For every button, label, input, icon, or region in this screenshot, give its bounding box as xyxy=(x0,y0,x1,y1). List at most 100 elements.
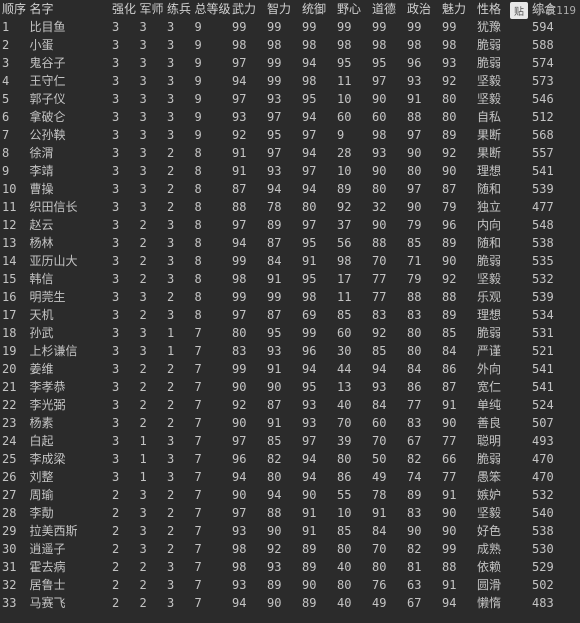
cell-zong: 546 xyxy=(530,90,580,108)
cell-ye: 60 xyxy=(335,108,370,126)
cell-idx: 22 xyxy=(0,396,28,414)
cell-a: 3 xyxy=(110,54,138,72)
cell-c: 3 xyxy=(165,252,193,270)
cell-a: 3 xyxy=(110,36,138,54)
cell-zhi: 91 xyxy=(265,270,300,288)
cell-idx: 5 xyxy=(0,90,28,108)
cell-b: 3 xyxy=(138,324,166,342)
table-row: 33马赛飞223794908940496794懒惰483 xyxy=(0,594,580,612)
cell-b: 3 xyxy=(138,126,166,144)
cell-zong: 535 xyxy=(530,252,580,270)
cell-a: 2 xyxy=(110,594,138,612)
table-row: 31霍去病223798938940808188依赖529 xyxy=(0,558,580,576)
cell-idx: 18 xyxy=(0,324,28,342)
cell-c: 3 xyxy=(165,90,193,108)
cell-idx: 33 xyxy=(0,594,28,612)
cell-zhi: 93 xyxy=(265,90,300,108)
cell-name: 逍遥子 xyxy=(28,540,111,558)
col-header: 统御 xyxy=(300,0,335,18)
cell-ye: 60 xyxy=(335,324,370,342)
cell-xing: 懒惰 xyxy=(475,594,530,612)
cell-dao: 77 xyxy=(370,270,405,288)
cell-xing: 聪明 xyxy=(475,432,530,450)
cell-idx: 32 xyxy=(0,576,28,594)
cell-dao: 49 xyxy=(370,594,405,612)
cell-a: 3 xyxy=(110,18,138,36)
cell-zong: 483 xyxy=(530,594,580,612)
cell-zong: 532 xyxy=(530,486,580,504)
cell-zhi: 94 xyxy=(265,486,300,504)
col-header: 强化 xyxy=(110,0,138,18)
cell-lv: 7 xyxy=(193,558,231,576)
cell-idx: 24 xyxy=(0,432,28,450)
cell-tong: 97 xyxy=(300,216,335,234)
cell-zong: 574 xyxy=(530,54,580,72)
stats-table: 顺序名字强化军师练兵总等级武力智力统御野心道德政治魅力性格综合 1比目鱼3339… xyxy=(0,0,580,612)
cell-dao: 91 xyxy=(370,504,405,522)
cell-tong: 94 xyxy=(300,360,335,378)
col-header: 魅力 xyxy=(440,0,475,18)
cell-mei: 80 xyxy=(440,108,475,126)
cell-lv: 7 xyxy=(193,378,231,396)
cell-idx: 25 xyxy=(0,450,28,468)
cell-mei: 91 xyxy=(440,486,475,504)
badge-label: 贴 xyxy=(510,2,528,19)
cell-lv: 7 xyxy=(193,468,231,486)
cell-lv: 8 xyxy=(193,234,231,252)
cell-mei: 66 xyxy=(440,450,475,468)
cell-zhi: 90 xyxy=(265,378,300,396)
cell-ye: 85 xyxy=(335,522,370,540)
cell-lv: 9 xyxy=(193,36,231,54)
cell-name: 小蛋 xyxy=(28,36,111,54)
cell-tong: 93 xyxy=(300,396,335,414)
col-header: 练兵 xyxy=(165,0,193,18)
cell-xing: 随和 xyxy=(475,180,530,198)
cell-zong: 502 xyxy=(530,576,580,594)
cell-zhi: 90 xyxy=(265,522,300,540)
cell-mei: 89 xyxy=(440,306,475,324)
cell-ye: 70 xyxy=(335,414,370,432)
cell-name: 李成梁 xyxy=(28,450,111,468)
cell-c: 3 xyxy=(165,576,193,594)
cell-zhi: 87 xyxy=(265,396,300,414)
cell-zhi: 91 xyxy=(265,360,300,378)
cell-tong: 95 xyxy=(300,234,335,252)
cell-name: 霍去病 xyxy=(28,558,111,576)
cell-dao: 90 xyxy=(370,216,405,234)
cell-zheng: 97 xyxy=(405,180,440,198)
cell-c: 3 xyxy=(165,54,193,72)
cell-wu: 97 xyxy=(230,504,265,522)
cell-wu: 96 xyxy=(230,450,265,468)
cell-idx: 2 xyxy=(0,36,28,54)
cell-zong: 538 xyxy=(530,522,580,540)
table-row: 17天机323897876985838389理想534 xyxy=(0,306,580,324)
cell-name: 明莞生 xyxy=(28,288,111,306)
cell-c: 2 xyxy=(165,198,193,216)
cell-zheng: 86 xyxy=(405,378,440,396)
cell-ye: 13 xyxy=(335,378,370,396)
cell-idx: 28 xyxy=(0,504,28,522)
cell-mei: 88 xyxy=(440,558,475,576)
cell-zheng: 83 xyxy=(405,504,440,522)
cell-lv: 9 xyxy=(193,54,231,72)
cell-xing: 脆弱 xyxy=(475,450,530,468)
cell-zong: 540 xyxy=(530,504,580,522)
cell-mei: 84 xyxy=(440,342,475,360)
cell-dao: 85 xyxy=(370,342,405,360)
cell-lv: 9 xyxy=(193,126,231,144)
cell-a: 3 xyxy=(110,198,138,216)
cell-idx: 13 xyxy=(0,234,28,252)
cell-wu: 90 xyxy=(230,414,265,432)
cell-wu: 97 xyxy=(230,54,265,72)
table-header: 顺序名字强化军师练兵总等级武力智力统御野心道德政治魅力性格综合 xyxy=(0,0,580,18)
cell-dao: 97 xyxy=(370,72,405,90)
cell-dao: 78 xyxy=(370,486,405,504)
cell-dao: 83 xyxy=(370,306,405,324)
cell-zheng: 91 xyxy=(405,90,440,108)
cell-c: 3 xyxy=(165,594,193,612)
cell-idx: 19 xyxy=(0,342,28,360)
cell-zong: 538 xyxy=(530,234,580,252)
cell-b: 2 xyxy=(138,234,166,252)
cell-b: 2 xyxy=(138,414,166,432)
cell-zheng: 88 xyxy=(405,288,440,306)
